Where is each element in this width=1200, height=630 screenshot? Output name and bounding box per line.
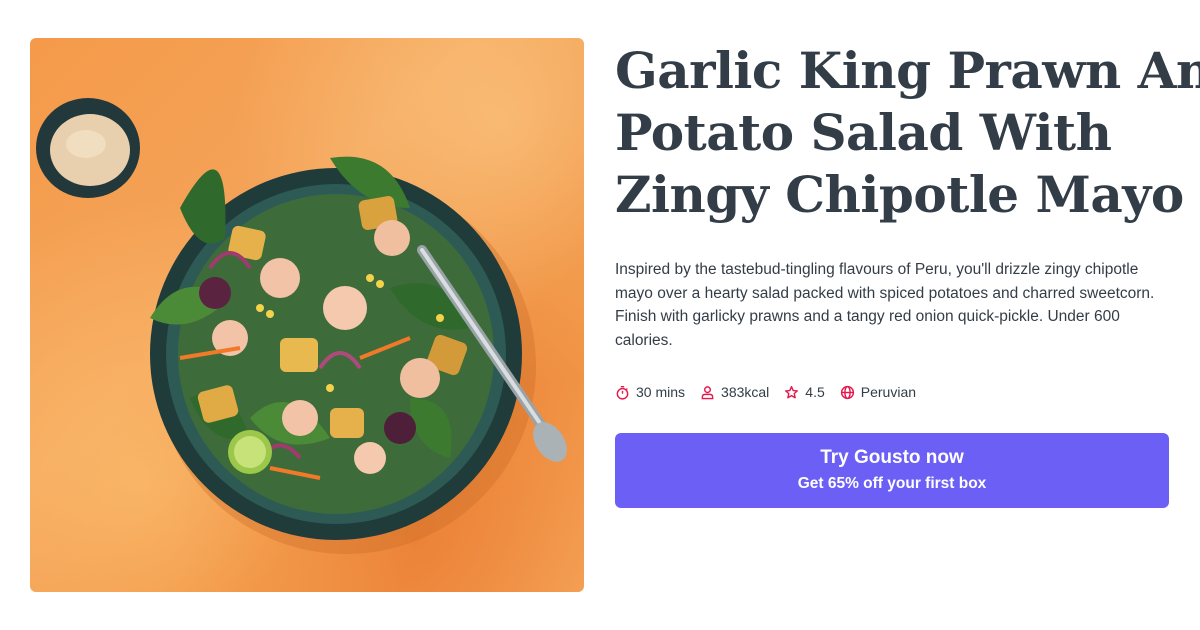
recipe-description: Inspired by the tastebud-tingling flavou…: [615, 261, 1155, 349]
meta-rating-label: 4.5: [805, 384, 825, 400]
meta-calories: 383kcal: [700, 384, 769, 400]
recipe-title-line-3: Zingy Chipotle Mayo: [615, 165, 1184, 224]
globe-icon: [840, 385, 854, 399]
try-gousto-button[interactable]: Try Gousto now Get 65% off your first bo…: [615, 433, 1169, 508]
meta-cuisine: Peruvian: [840, 384, 916, 400]
cta-label: Try Gousto now: [820, 447, 964, 468]
recipe-meta: 30 mins 383kcal 4.5 Peruvian: [615, 382, 931, 402]
cta-sublabel: Get 65% off your first box: [797, 475, 987, 492]
meta-rating: 4.5: [784, 384, 825, 400]
meta-cook-time-label: 30 mins: [636, 384, 686, 400]
salad-bowl-illustration: [36, 98, 567, 554]
recipe-photo: [30, 38, 584, 592]
recipe-title-line-2: Potato Salad With: [615, 103, 1112, 162]
meta-cuisine-label: Peruvian: [860, 384, 917, 400]
meta-cook-time: 30 mins: [615, 384, 685, 400]
recipe-title-line-1: Garlic King Prawn And: [615, 41, 1200, 100]
meta-calories-label: 383kcal: [721, 384, 770, 400]
timer-icon: [616, 385, 629, 400]
star-icon: [785, 385, 799, 398]
person-icon: [701, 385, 714, 399]
recipe-title: Garlic King Prawn And Potato Salad With …: [615, 40, 1200, 226]
